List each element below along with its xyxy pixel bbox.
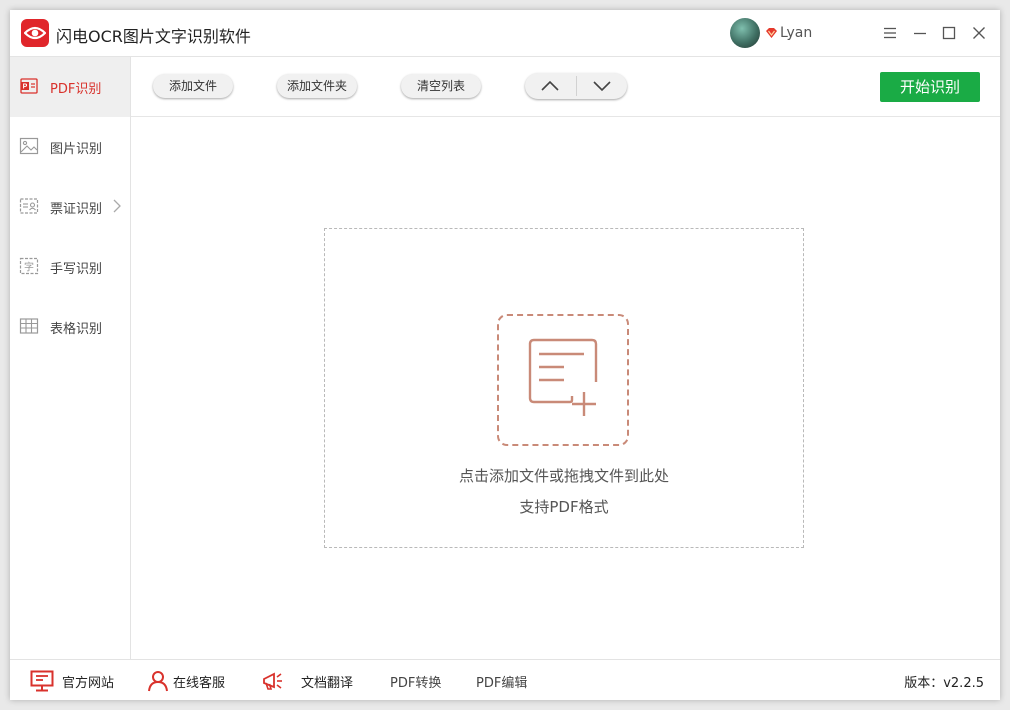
sidebar-item-label: 票证识别 <box>50 202 103 217</box>
minimize-icon <box>914 32 926 35</box>
customer-service-icon <box>148 671 168 692</box>
add-file-button[interactable]: 添加文件 <box>153 74 233 98</box>
add-document-icon <box>528 338 598 416</box>
pdf-icon: P <box>20 78 38 94</box>
minimize-button[interactable] <box>909 22 931 44</box>
megaphone-icon <box>263 672 282 690</box>
sidebar-item-ticket-recognition[interactable]: 票证识别 <box>10 177 130 237</box>
maximize-button[interactable] <box>938 22 960 44</box>
sidebar-item-label: 图片识别 <box>50 142 103 157</box>
online-support-label: 在线客服 <box>173 676 226 691</box>
vip-diamond-icon <box>766 28 777 38</box>
chevron-down-icon <box>593 81 611 92</box>
app-logo-icon <box>21 19 49 47</box>
sidebar-item-pdf-recognition[interactable]: P PDF识别 <box>10 57 130 117</box>
sidebar-item-handwriting-recognition[interactable]: 字 手写识别 <box>10 237 130 297</box>
maximize-icon <box>942 26 956 40</box>
chevron-up-icon <box>541 80 559 91</box>
close-button[interactable] <box>968 22 990 44</box>
monitor-icon <box>30 670 54 692</box>
table-icon <box>19 318 39 334</box>
svg-text:字: 字 <box>24 261 34 274</box>
move-up-button[interactable] <box>525 73 575 99</box>
online-support-link[interactable]: 在线客服 <box>147 670 247 692</box>
pdf-edit-link[interactable]: PDF编辑 <box>476 672 527 691</box>
user-name[interactable]: Lyan <box>780 25 812 41</box>
add-folder-button[interactable]: 添加文件夹 <box>277 74 357 98</box>
official-website-label: 官方网站 <box>62 676 115 691</box>
sidebar-item-label: 表格识别 <box>50 322 103 337</box>
document-translate-label: 文档翻译 <box>301 676 354 691</box>
handwriting-icon: 字 <box>19 257 39 275</box>
supported-format-text: 支持PDF格式 <box>519 498 609 516</box>
close-icon <box>973 27 985 39</box>
footer-bar: 官方网站 在线客服 文档翻译 PDF转换 PDF编辑 版本：v2.2.5 <box>10 659 1000 700</box>
clear-list-button[interactable]: 清空列表 <box>401 74 481 98</box>
official-website-link[interactable]: 官方网站 <box>30 670 130 692</box>
pdf-convert-link[interactable]: PDF转换 <box>390 672 441 691</box>
reorder-controls <box>525 73 627 99</box>
sidebar-item-image-recognition[interactable]: 图片识别 <box>10 117 130 177</box>
menu-button[interactable] <box>879 22 901 44</box>
start-recognition-button[interactable]: 开始识别 <box>880 72 980 102</box>
app-window: 闪电OCR图片文字识别软件 Lyan P PDF识别 图片识别 票证识别 字 手… <box>10 10 1000 700</box>
menu-icon <box>884 27 896 39</box>
user-avatar[interactable] <box>730 18 760 48</box>
id-card-icon <box>19 198 39 214</box>
drop-hint-text: 点击添加文件或拖拽文件到此处 <box>458 467 669 485</box>
title-bar: 闪电OCR图片文字识别软件 Lyan <box>10 10 1000 57</box>
sidebar-item-table-recognition[interactable]: 表格识别 <box>10 297 130 357</box>
document-translate-link[interactable]: 文档翻译 <box>261 670 371 691</box>
move-down-button[interactable] <box>577 73 627 99</box>
add-document-icon-box[interactable] <box>497 314 629 446</box>
toolbar: 添加文件 添加文件夹 清空列表 开始识别 <box>131 57 1000 117</box>
chevron-right-icon <box>113 199 121 213</box>
version-text: 版本：v2.2.5 <box>904 676 984 691</box>
sidebar-item-label: 手写识别 <box>50 262 103 277</box>
file-drop-zone[interactable]: 点击添加文件或拖拽文件到此处 支持PDF格式 <box>324 228 804 548</box>
sidebar-item-label: PDF识别 <box>50 82 102 97</box>
image-icon <box>19 137 39 155</box>
sidebar: P PDF识别 图片识别 票证识别 字 手写识别 表格识别 <box>10 57 131 659</box>
svg-text:P: P <box>23 84 28 91</box>
app-title: 闪电OCR图片文字识别软件 <box>56 27 251 46</box>
